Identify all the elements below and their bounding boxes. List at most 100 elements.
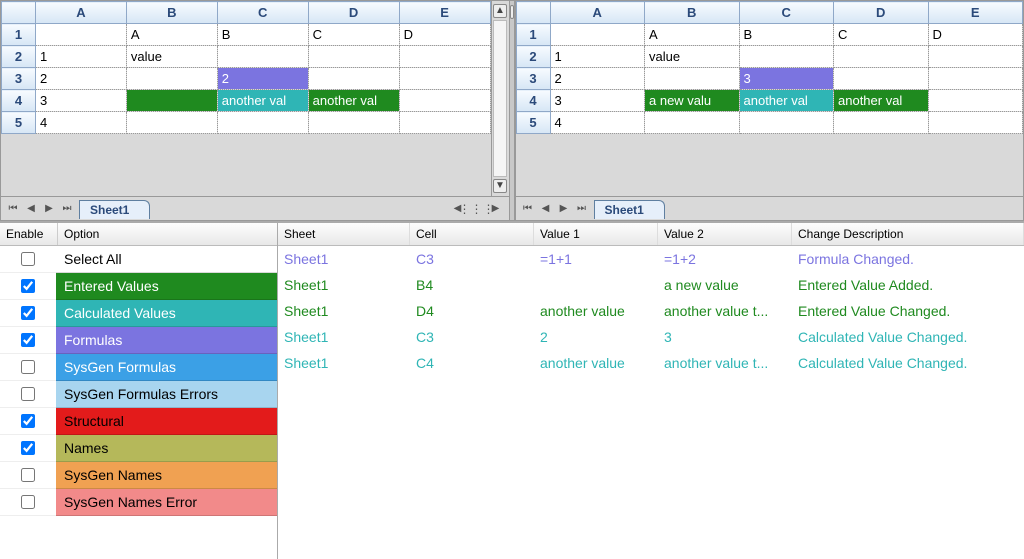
sheet-tab[interactable]: Sheet1 (594, 200, 665, 219)
change-row[interactable]: Sheet1C3=1+1=1+2Formula Changed. (278, 246, 1024, 272)
cell[interactable]: 3 (739, 68, 834, 90)
cell[interactable]: 4 (550, 112, 645, 134)
option-checkbox[interactable] (21, 252, 35, 266)
cell[interactable] (399, 46, 490, 68)
row-header[interactable]: 1 (516, 24, 550, 46)
option-row[interactable]: Entered Values (0, 273, 277, 300)
option-row[interactable]: Calculated Values (0, 300, 277, 327)
scroll-track[interactable] (493, 20, 507, 177)
option-checkbox[interactable] (21, 414, 35, 428)
change-row[interactable]: Sheet1D4another valueanother value t...E… (278, 298, 1024, 324)
cell[interactable]: A (126, 24, 217, 46)
splitter-handle-icon[interactable] (510, 5, 514, 19)
col-header-D[interactable]: D (308, 2, 399, 24)
option-row[interactable]: SysGen Names Error (0, 489, 277, 516)
cell[interactable] (308, 46, 399, 68)
option-checkbox[interactable] (21, 333, 35, 347)
cell[interactable]: another val (739, 90, 834, 112)
row-header[interactable]: 2 (516, 46, 550, 68)
cell[interactable]: value (126, 46, 217, 68)
left-horizontal-scrollbar[interactable]: ◀ ⋮⋮⋮ ▶ (449, 201, 505, 217)
option-checkbox[interactable] (21, 306, 35, 320)
last-sheet-icon[interactable]: ⏭ (59, 201, 75, 217)
changes-col-sheet[interactable]: Sheet (278, 223, 410, 245)
cell[interactable] (217, 112, 308, 134)
cell[interactable]: another val (308, 90, 399, 112)
cell[interactable] (834, 46, 929, 68)
row-header[interactable]: 3 (2, 68, 36, 90)
col-header-B[interactable]: B (645, 2, 740, 24)
cell[interactable]: 1 (36, 46, 127, 68)
col-header-E[interactable]: E (399, 2, 490, 24)
cell[interactable] (308, 68, 399, 90)
row-header[interactable]: 1 (2, 24, 36, 46)
cell[interactable]: another val (217, 90, 308, 112)
cell[interactable]: D (399, 24, 490, 46)
cell[interactable]: value (645, 46, 740, 68)
next-sheet-icon[interactable]: ▶ (556, 201, 572, 217)
first-sheet-icon[interactable]: ⏮ (520, 201, 536, 217)
option-row[interactable]: Structural (0, 408, 277, 435)
scroll-down-icon[interactable]: ▼ (493, 179, 507, 193)
prev-sheet-icon[interactable]: ◀ (538, 201, 554, 217)
cell[interactable]: a new valu (645, 90, 740, 112)
cell[interactable]: A (645, 24, 740, 46)
cell[interactable] (399, 112, 490, 134)
change-row[interactable]: Sheet1C323Calculated Value Changed. (278, 324, 1024, 350)
row-header[interactable]: 4 (2, 90, 36, 112)
row-header[interactable]: 4 (516, 90, 550, 112)
cell[interactable]: C (834, 24, 929, 46)
changes-col-value2[interactable]: Value 2 (658, 223, 792, 245)
col-header-E[interactable]: E (928, 2, 1023, 24)
cell[interactable]: 3 (36, 90, 127, 112)
changes-body[interactable]: Sheet1C3=1+1=1+2Formula Changed.Sheet1B4… (278, 246, 1024, 559)
cell[interactable] (645, 68, 740, 90)
col-header-C[interactable]: C (739, 2, 834, 24)
col-header-A[interactable]: A (36, 2, 127, 24)
left-vertical-scrollbar[interactable]: ▲ ▼ (491, 1, 509, 196)
cell[interactable]: 1 (550, 46, 645, 68)
cell[interactable] (399, 90, 490, 112)
cell[interactable] (126, 90, 217, 112)
option-row[interactable]: SysGen Formulas (0, 354, 277, 381)
scroll-right-icon[interactable]: ▶ (487, 201, 505, 217)
cell[interactable]: B (217, 24, 308, 46)
cell[interactable] (217, 46, 308, 68)
cell[interactable]: D (928, 24, 1023, 46)
cell[interactable] (126, 68, 217, 90)
scroll-grip-icon[interactable]: ⋮⋮⋮ (469, 201, 485, 217)
cell[interactable] (834, 112, 929, 134)
corner-cell[interactable] (2, 2, 36, 24)
option-row[interactable]: SysGen Names (0, 462, 277, 489)
cell[interactable] (399, 68, 490, 90)
cell[interactable] (36, 24, 127, 46)
cell[interactable] (645, 112, 740, 134)
cell[interactable]: 4 (36, 112, 127, 134)
corner-cell[interactable] (516, 2, 550, 24)
cell[interactable] (928, 90, 1023, 112)
left-grid[interactable]: A B C D E 1 A B C D (1, 1, 491, 196)
row-header[interactable]: 5 (516, 112, 550, 134)
option-checkbox[interactable] (21, 387, 35, 401)
options-list[interactable]: Select AllEntered ValuesCalculated Value… (0, 246, 277, 559)
cell[interactable]: 2 (36, 68, 127, 90)
col-header-B[interactable]: B (126, 2, 217, 24)
option-checkbox[interactable] (21, 441, 35, 455)
option-row[interactable]: Select All (0, 246, 277, 273)
right-grid[interactable]: A B C D E 1 A B C D (516, 1, 1024, 196)
option-checkbox[interactable] (21, 468, 35, 482)
scroll-up-icon[interactable]: ▲ (493, 4, 507, 18)
cell[interactable] (834, 68, 929, 90)
option-checkbox[interactable] (21, 495, 35, 509)
cell[interactable] (928, 68, 1023, 90)
changes-col-description[interactable]: Change Description (792, 223, 1024, 245)
change-row[interactable]: Sheet1B4a new valueEntered Value Added. (278, 272, 1024, 298)
cell[interactable] (550, 24, 645, 46)
first-sheet-icon[interactable]: ⏮ (5, 201, 21, 217)
cell[interactable]: B (739, 24, 834, 46)
cell[interactable] (928, 46, 1023, 68)
cell[interactable]: C (308, 24, 399, 46)
option-checkbox[interactable] (21, 360, 35, 374)
cell[interactable] (126, 112, 217, 134)
option-row[interactable]: SysGen Formulas Errors (0, 381, 277, 408)
